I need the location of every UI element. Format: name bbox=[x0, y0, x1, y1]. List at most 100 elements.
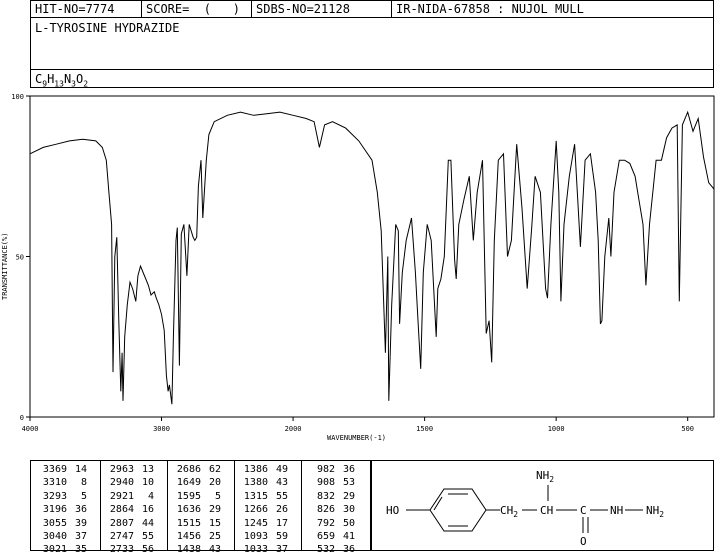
peak-wavenumber: 3310 bbox=[42, 477, 67, 489]
peak-transmittance: 43 bbox=[275, 477, 288, 489]
peak-wavenumber: 2921 bbox=[109, 490, 134, 502]
peak-wavenumber: 1649 bbox=[176, 477, 201, 489]
plot-frame bbox=[29, 95, 715, 418]
hydroxyl-label: HO bbox=[386, 504, 399, 517]
peak-transmittance: 56 bbox=[141, 544, 154, 556]
peak-row: 3310 8 bbox=[37, 476, 87, 489]
y-axis-label: TRANSMITTANCE(%) bbox=[1, 233, 9, 300]
peak-transmittance: 15 bbox=[208, 517, 221, 529]
column-divider bbox=[100, 461, 101, 550]
peak-transmittance: 36 bbox=[342, 544, 355, 556]
peak-transmittance: 39 bbox=[74, 517, 87, 529]
column-divider bbox=[301, 461, 302, 550]
structure-panel: HO CH2 CH NH2 C O NH NH2 bbox=[371, 460, 714, 551]
peak-row: 2940 10 bbox=[104, 476, 154, 489]
peak-row: 1438 43 bbox=[171, 543, 221, 556]
header-id-row: HIT-NO=7774 SCORE= ( ) SDBS-NO=21128 IR-… bbox=[30, 0, 714, 18]
peak-row: 532 36 bbox=[305, 543, 355, 556]
peak-wavenumber: 532 bbox=[316, 544, 335, 556]
peak-row: 826 30 bbox=[305, 503, 355, 516]
peak-row: 2807 44 bbox=[104, 517, 154, 530]
peak-transmittance: 37 bbox=[74, 531, 87, 543]
peak-transmittance: 26 bbox=[275, 504, 288, 516]
peak-transmittance: 25 bbox=[208, 531, 221, 543]
peak-transmittance: 59 bbox=[275, 531, 288, 543]
peak-wavenumber: 908 bbox=[316, 477, 335, 489]
peak-transmittance: 50 bbox=[342, 517, 355, 529]
hydrazide-nh-label: NH bbox=[610, 504, 623, 517]
peak-wavenumber: 1093 bbox=[243, 531, 268, 543]
y-tick-label: 0 bbox=[20, 414, 24, 422]
x-tick-label: 4000 bbox=[22, 425, 39, 433]
peak-row: 3055 39 bbox=[37, 517, 87, 530]
peak-wavenumber: 792 bbox=[316, 517, 335, 529]
peak-wavenumber: 826 bbox=[316, 504, 335, 516]
peak-row: 2864 16 bbox=[104, 503, 154, 516]
peak-wavenumber: 3055 bbox=[42, 517, 67, 529]
peak-transmittance: 17 bbox=[275, 517, 288, 529]
x-tick-label: 1500 bbox=[416, 425, 433, 433]
peak-wavenumber: 1315 bbox=[243, 490, 268, 502]
x-tick-label: 500 bbox=[681, 425, 694, 433]
amine-label: NH2 bbox=[536, 469, 554, 484]
peak-wavenumber: 3021 bbox=[42, 544, 67, 556]
peak-column: 3369 14 3310 8 3293 5 3196 36 3055 39 3040 37 3021 35 bbox=[37, 463, 87, 557]
x-tick-label: 3000 bbox=[153, 425, 170, 433]
x-axis-label: WAVENUMBER(-1) bbox=[327, 434, 386, 442]
peak-row: 2963 13 bbox=[104, 463, 154, 476]
peak-transmittance: 36 bbox=[342, 464, 355, 475]
peak-transmittance: 10 bbox=[141, 477, 154, 489]
peak-transmittance: 20 bbox=[208, 477, 221, 489]
peak-wavenumber: 1386 bbox=[243, 464, 268, 475]
peak-row: 3196 36 bbox=[37, 503, 87, 516]
peak-wavenumber: 2686 bbox=[176, 464, 201, 475]
peak-row: 1380 43 bbox=[238, 476, 288, 489]
peak-row: 1515 15 bbox=[171, 517, 221, 530]
spectrum-line bbox=[29, 110, 715, 405]
peak-row: 2733 56 bbox=[104, 543, 154, 556]
peak-wavenumber: 2733 bbox=[109, 544, 134, 556]
alpha-carbon-label: CH bbox=[540, 504, 553, 517]
hit-number: HIT-NO=7774 bbox=[35, 2, 115, 16]
peak-row: 2921 4 bbox=[104, 490, 154, 503]
peak-transmittance: 55 bbox=[141, 531, 154, 543]
molecule-structure: HO CH2 CH NH2 C O NH NH2 bbox=[386, 469, 664, 548]
hydrazide-nh2-label: NH2 bbox=[646, 504, 664, 519]
peak-row: 1649 20 bbox=[171, 476, 221, 489]
peak-row: 1386 49 bbox=[238, 463, 288, 476]
peak-column: 2963 13 2940 10 2921 4 2864 16 2807 44 2747 55 2733 5… bbox=[104, 463, 154, 557]
x-tick-label: 2000 bbox=[285, 425, 302, 433]
peak-transmittance: 53 bbox=[342, 477, 355, 489]
sdbs-number: SDBS-NO=21128 bbox=[251, 1, 391, 17]
peak-row: 792 50 bbox=[305, 517, 355, 530]
peak-column: 1386 49 1380 43 1315 55 1266 26 1245 17 1093 59 1033… bbox=[238, 463, 288, 557]
peak-row: 1033 37 bbox=[238, 543, 288, 556]
peak-transmittance: 8 bbox=[80, 477, 87, 489]
peak-transmittance: 49 bbox=[275, 464, 288, 475]
peak-row: 2686 62 bbox=[171, 463, 221, 476]
peak-row: 3369 14 bbox=[37, 463, 87, 476]
peak-transmittance: 5 bbox=[80, 490, 87, 502]
peak-transmittance: 16 bbox=[141, 504, 154, 516]
peak-row: 3293 5 bbox=[37, 490, 87, 503]
peak-table: 3369 14 3310 8 3293 5 3196 36 3055 39 3040 37 3021 35… bbox=[30, 460, 371, 555]
peak-wavenumber: 3369 bbox=[42, 464, 67, 475]
peak-row: 659 41 bbox=[305, 530, 355, 543]
methylene-label: CH2 bbox=[500, 504, 518, 519]
peak-row: 832 29 bbox=[305, 490, 355, 503]
x-tick-label: 1000 bbox=[548, 425, 565, 433]
peak-transmittance: 37 bbox=[275, 544, 288, 556]
peak-row: 1595 5 bbox=[171, 490, 221, 503]
peak-wavenumber: 2747 bbox=[109, 531, 134, 543]
peak-row: 1636 29 bbox=[171, 503, 221, 516]
peak-row: 1266 26 bbox=[238, 503, 288, 516]
peak-wavenumber: 1033 bbox=[243, 544, 268, 556]
compound-name-row: L-TYROSINE HYDRAZIDE bbox=[30, 17, 714, 70]
molecular-formula: C9H13N3O2 bbox=[35, 72, 89, 89]
peak-row: 1456 25 bbox=[171, 530, 221, 543]
y-tick-label: 50 bbox=[16, 254, 24, 262]
y-tick-label: 100 bbox=[11, 93, 24, 101]
peak-wavenumber: 1515 bbox=[176, 517, 201, 529]
peak-wavenumber: 3040 bbox=[42, 531, 67, 543]
peak-transmittance: 29 bbox=[342, 490, 355, 502]
